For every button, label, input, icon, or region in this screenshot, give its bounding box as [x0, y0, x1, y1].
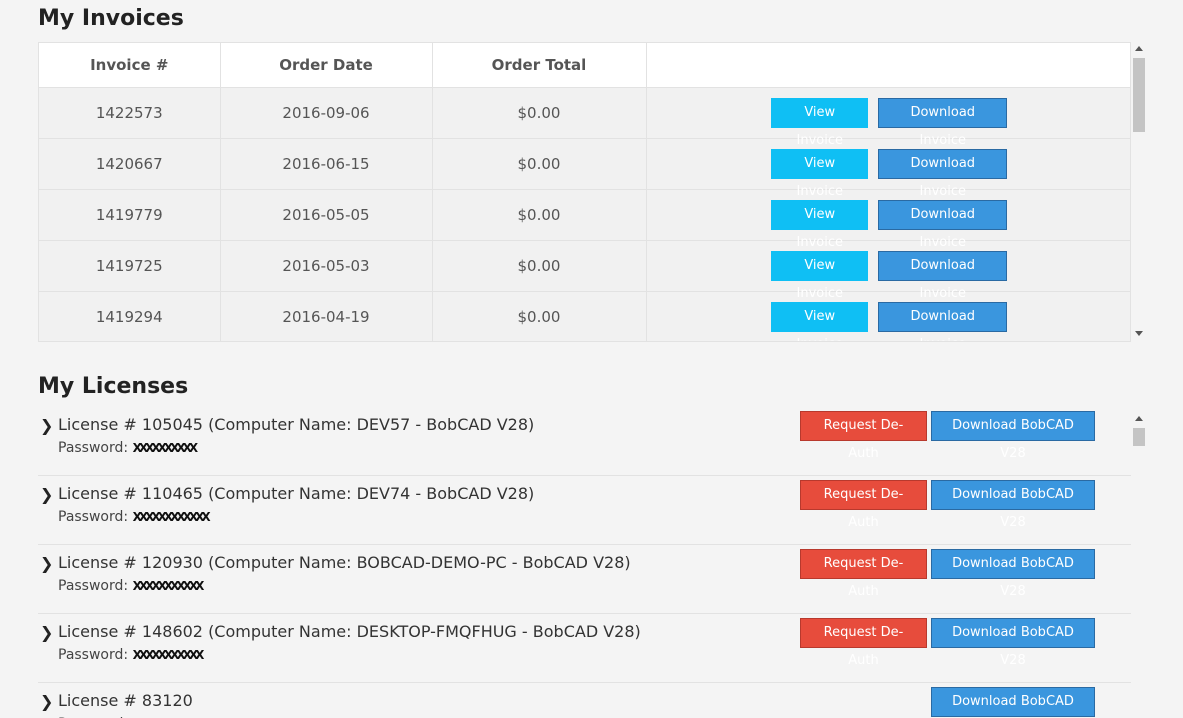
order-date: 2016-05-05 — [220, 189, 433, 241]
chevron-right-icon[interactable]: ❯ — [40, 485, 53, 504]
download-bobcad-button[interactable]: Download BobCAD V28 — [931, 411, 1095, 461]
col-invoice-number: Invoice # — [39, 43, 221, 88]
license-title[interactable]: License # 105045 (Computer Name: DEV57 -… — [58, 415, 534, 434]
invoice-actions: View InvoiceDownload Invoice — [646, 189, 1130, 250]
license-title[interactable]: License # 120930 (Computer Name: BOBCAD-… — [58, 553, 631, 572]
order-date: 2016-04-19 — [220, 291, 433, 341]
order-total: $0.00 — [432, 138, 647, 190]
license-actions: Request De-AuthDownload BobCAD V28 — [800, 549, 1095, 599]
view-invoice-button[interactable]: View Invoice — [771, 250, 869, 301]
request-deauth-button[interactable]: Request De-Auth — [800, 480, 927, 530]
license-item: ❯ License # 110465 (Computer Name: DEV74 … — [38, 476, 1131, 545]
license-password: Password: XXXXXXXXXXX — [58, 578, 205, 594]
order-total: $0.00 — [432, 291, 647, 341]
license-actions: Download BobCAD V28 — [931, 687, 1095, 717]
license-item: ❯ License # 120930 (Computer Name: BOBCAD… — [38, 545, 1131, 614]
invoices-title: My Invoices — [38, 6, 184, 31]
licenses-title: My Licenses — [38, 374, 189, 399]
table-row: 1419779 2016-05-05 $0.00 View InvoiceDownlo… — [39, 189, 1130, 250]
table-row: 14192942016-04-19$0.00View InvoiceDownlo… — [39, 291, 1130, 341]
order-total: $0.00 — [432, 189, 647, 241]
download-invoice-button[interactable]: Download Invoice — [878, 148, 1008, 199]
invoice-number: 1422573 — [39, 87, 221, 139]
order-date: 2016-05-03 — [220, 240, 433, 292]
invoices-scrollbar[interactable] — [1132, 43, 1146, 341]
invoice-actions: View InvoiceDownload Invoice — [646, 138, 1130, 199]
scroll-up-icon[interactable] — [1135, 416, 1143, 421]
password-label: Password: — [58, 440, 129, 456]
view-invoice-button[interactable]: View Invoice — [771, 148, 869, 199]
license-title[interactable]: License # 110465 (Computer Name: DEV74 -… — [58, 484, 534, 503]
password-label: Password: — [58, 509, 129, 525]
order-total: $0.00 — [432, 240, 647, 292]
password-redacted: XXXXXXXXXXX — [132, 579, 205, 593]
invoice-number: 1419779 — [39, 189, 221, 241]
download-bobcad-button[interactable]: Download BobCAD V28 — [931, 687, 1095, 717]
license-title[interactable]: License # 83120 — [58, 691, 193, 710]
table-row: 1422573 2016-09-06 $0.00 View InvoiceDownlo… — [39, 87, 1130, 148]
table-row: 1420667 2016-06-15 $0.00 View InvoiceDownlo… — [39, 138, 1130, 199]
invoice-actions: View InvoiceDownload Invoice — [646, 87, 1130, 148]
col-actions — [646, 43, 1130, 88]
order-total: $0.00 — [432, 87, 647, 139]
password-redacted: XXXXXXXXXXXX — [132, 510, 211, 524]
chevron-right-icon[interactable]: ❯ — [40, 692, 53, 711]
password-label: Password: — [58, 647, 129, 663]
licenses-list: ❯ License # 105045 (Computer Name: DEV57 … — [38, 407, 1131, 718]
chevron-right-icon[interactable]: ❯ — [40, 623, 53, 642]
scroll-down-icon[interactable] — [1135, 331, 1143, 336]
scroll-thumb[interactable] — [1133, 428, 1145, 446]
invoice-number: 1419725 — [39, 240, 221, 292]
password-redacted: XXXXXXXXXX — [132, 441, 199, 455]
license-item: ❯ License # 148602 (Computer Name: DESKTO… — [38, 614, 1131, 683]
invoices-header-row: Invoice # Order Date Order Total — [39, 43, 1130, 88]
license-item: ❯License # 83120Password: XXXXXXXXXXDown… — [38, 683, 1131, 718]
download-invoice-button[interactable]: Download Invoice — [878, 199, 1008, 250]
license-password: Password: XXXXXXXXXXXX — [58, 509, 211, 525]
invoice-number: 1419294 — [39, 291, 221, 341]
download-invoice-button[interactable]: Download Invoice — [878, 250, 1008, 301]
invoice-number: 1420667 — [39, 138, 221, 190]
request-deauth-button[interactable]: Request De-Auth — [800, 618, 927, 668]
request-deauth-button[interactable]: Request De-Auth — [800, 549, 927, 599]
license-actions: Request De-AuthDownload BobCAD V28 — [800, 411, 1095, 461]
download-bobcad-button[interactable]: Download BobCAD V28 — [931, 480, 1095, 530]
license-password: Password: XXXXXXXXXXX — [58, 647, 205, 663]
request-deauth-button[interactable]: Request De-Auth — [800, 411, 927, 461]
view-invoice-button[interactable]: View Invoice — [771, 301, 869, 341]
download-bobcad-button[interactable]: Download BobCAD V28 — [931, 618, 1095, 668]
col-order-date: Order Date — [220, 43, 433, 88]
download-bobcad-button[interactable]: Download BobCAD V28 — [931, 549, 1095, 599]
order-date: 2016-09-06 — [220, 87, 433, 139]
password-label: Password: — [58, 578, 129, 594]
col-order-total: Order Total — [432, 43, 647, 88]
invoices-table-container: Invoice # Order Date Order Total 1422573… — [38, 42, 1131, 342]
scroll-up-icon[interactable] — [1135, 46, 1143, 51]
invoice-actions: View InvoiceDownload Invoice — [646, 291, 1130, 341]
chevron-right-icon[interactable]: ❯ — [40, 554, 53, 573]
licenses-scrollbar[interactable] — [1132, 413, 1146, 718]
download-invoice-button[interactable]: Download Invoice — [878, 97, 1008, 148]
download-invoice-button[interactable]: Download Invoice — [878, 301, 1008, 341]
invoice-actions: View InvoiceDownload Invoice — [646, 240, 1130, 301]
view-invoice-button[interactable]: View Invoice — [771, 97, 869, 148]
table-row: 1419725 2016-05-03 $0.00 View InvoiceDownlo… — [39, 240, 1130, 301]
license-actions: Request De-AuthDownload BobCAD V28 — [800, 480, 1095, 530]
chevron-right-icon[interactable]: ❯ — [40, 416, 53, 435]
invoices-table: Invoice # Order Date Order Total 1422573… — [39, 43, 1130, 341]
scroll-thumb[interactable] — [1133, 58, 1145, 132]
license-item: ❯ License # 105045 (Computer Name: DEV57 … — [38, 407, 1131, 476]
order-date: 2016-06-15 — [220, 138, 433, 190]
license-actions: Request De-AuthDownload BobCAD V28 — [800, 618, 1095, 668]
license-title[interactable]: License # 148602 (Computer Name: DESKTOP… — [58, 622, 641, 641]
view-invoice-button[interactable]: View Invoice — [771, 199, 869, 250]
password-redacted: XXXXXXXXXXX — [132, 648, 205, 662]
license-password: Password: XXXXXXXXXX — [58, 440, 199, 456]
